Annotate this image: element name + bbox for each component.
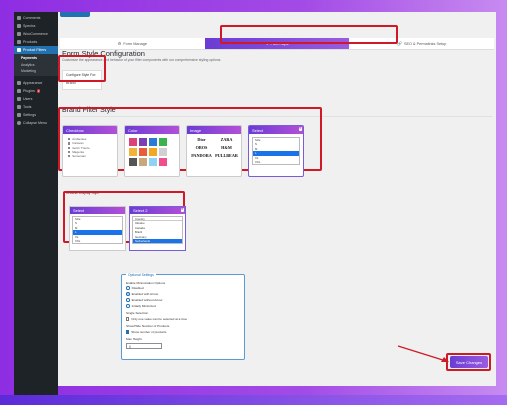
highlight-save bbox=[446, 353, 491, 371]
arrow-annotation bbox=[397, 345, 449, 362]
